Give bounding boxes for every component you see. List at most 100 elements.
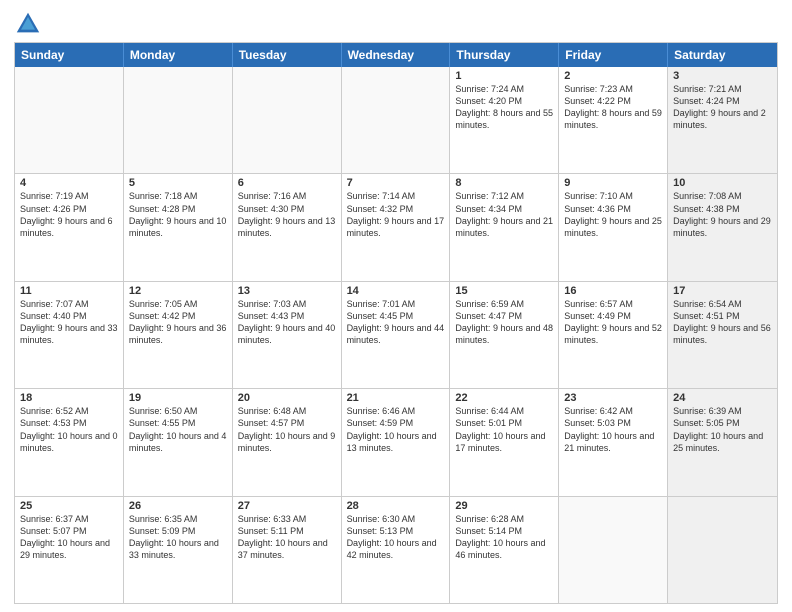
day-cell: 5Sunrise: 7:18 AM Sunset: 4:28 PM Daylig… bbox=[124, 174, 233, 280]
day-cell: 14Sunrise: 7:01 AM Sunset: 4:45 PM Dayli… bbox=[342, 282, 451, 388]
day-cell: 19Sunrise: 6:50 AM Sunset: 4:55 PM Dayli… bbox=[124, 389, 233, 495]
day-info: Sunrise: 6:30 AM Sunset: 5:13 PM Dayligh… bbox=[347, 513, 445, 562]
day-cell bbox=[233, 67, 342, 173]
day-number: 23 bbox=[564, 392, 662, 404]
day-number: 5 bbox=[129, 177, 227, 189]
day-number: 9 bbox=[564, 177, 662, 189]
day-cell bbox=[559, 497, 668, 603]
day-number: 28 bbox=[347, 500, 445, 512]
day-cell: 8Sunrise: 7:12 AM Sunset: 4:34 PM Daylig… bbox=[450, 174, 559, 280]
day-cell: 22Sunrise: 6:44 AM Sunset: 5:01 PM Dayli… bbox=[450, 389, 559, 495]
day-info: Sunrise: 7:18 AM Sunset: 4:28 PM Dayligh… bbox=[129, 190, 227, 239]
day-cell: 6Sunrise: 7:16 AM Sunset: 4:30 PM Daylig… bbox=[233, 174, 342, 280]
day-cell: 13Sunrise: 7:03 AM Sunset: 4:43 PM Dayli… bbox=[233, 282, 342, 388]
day-info: Sunrise: 6:54 AM Sunset: 4:51 PM Dayligh… bbox=[673, 298, 772, 347]
day-cell: 12Sunrise: 7:05 AM Sunset: 4:42 PM Dayli… bbox=[124, 282, 233, 388]
day-info: Sunrise: 7:05 AM Sunset: 4:42 PM Dayligh… bbox=[129, 298, 227, 347]
day-header: Wednesday bbox=[342, 43, 451, 67]
day-cell: 4Sunrise: 7:19 AM Sunset: 4:26 PM Daylig… bbox=[15, 174, 124, 280]
day-cell bbox=[342, 67, 451, 173]
day-cell: 23Sunrise: 6:42 AM Sunset: 5:03 PM Dayli… bbox=[559, 389, 668, 495]
day-number: 2 bbox=[564, 70, 662, 82]
day-info: Sunrise: 6:37 AM Sunset: 5:07 PM Dayligh… bbox=[20, 513, 118, 562]
day-cell: 29Sunrise: 6:28 AM Sunset: 5:14 PM Dayli… bbox=[450, 497, 559, 603]
day-info: Sunrise: 6:52 AM Sunset: 4:53 PM Dayligh… bbox=[20, 405, 118, 454]
day-header: Sunday bbox=[15, 43, 124, 67]
day-cell: 1Sunrise: 7:24 AM Sunset: 4:20 PM Daylig… bbox=[450, 67, 559, 173]
day-info: Sunrise: 7:01 AM Sunset: 4:45 PM Dayligh… bbox=[347, 298, 445, 347]
day-number: 20 bbox=[238, 392, 336, 404]
day-cell: 7Sunrise: 7:14 AM Sunset: 4:32 PM Daylig… bbox=[342, 174, 451, 280]
day-info: Sunrise: 6:28 AM Sunset: 5:14 PM Dayligh… bbox=[455, 513, 553, 562]
day-cell: 3Sunrise: 7:21 AM Sunset: 4:24 PM Daylig… bbox=[668, 67, 777, 173]
day-header: Tuesday bbox=[233, 43, 342, 67]
day-cell: 9Sunrise: 7:10 AM Sunset: 4:36 PM Daylig… bbox=[559, 174, 668, 280]
day-info: Sunrise: 6:57 AM Sunset: 4:49 PM Dayligh… bbox=[564, 298, 662, 347]
page: SundayMondayTuesdayWednesdayThursdayFrid… bbox=[0, 0, 792, 612]
day-number: 11 bbox=[20, 285, 118, 297]
day-number: 25 bbox=[20, 500, 118, 512]
day-number: 27 bbox=[238, 500, 336, 512]
day-cell: 11Sunrise: 7:07 AM Sunset: 4:40 PM Dayli… bbox=[15, 282, 124, 388]
day-header: Friday bbox=[559, 43, 668, 67]
day-number: 29 bbox=[455, 500, 553, 512]
day-info: Sunrise: 6:46 AM Sunset: 4:59 PM Dayligh… bbox=[347, 405, 445, 454]
day-header: Saturday bbox=[668, 43, 777, 67]
weeks: 1Sunrise: 7:24 AM Sunset: 4:20 PM Daylig… bbox=[15, 67, 777, 603]
day-info: Sunrise: 7:14 AM Sunset: 4:32 PM Dayligh… bbox=[347, 190, 445, 239]
logo-icon bbox=[14, 10, 42, 38]
day-info: Sunrise: 7:07 AM Sunset: 4:40 PM Dayligh… bbox=[20, 298, 118, 347]
logo bbox=[14, 10, 46, 38]
day-number: 22 bbox=[455, 392, 553, 404]
day-info: Sunrise: 6:50 AM Sunset: 4:55 PM Dayligh… bbox=[129, 405, 227, 454]
day-number: 16 bbox=[564, 285, 662, 297]
day-number: 8 bbox=[455, 177, 553, 189]
day-number: 21 bbox=[347, 392, 445, 404]
day-cell bbox=[668, 497, 777, 603]
day-info: Sunrise: 6:35 AM Sunset: 5:09 PM Dayligh… bbox=[129, 513, 227, 562]
day-number: 3 bbox=[673, 70, 772, 82]
day-number: 12 bbox=[129, 285, 227, 297]
day-cell: 27Sunrise: 6:33 AM Sunset: 5:11 PM Dayli… bbox=[233, 497, 342, 603]
day-number: 24 bbox=[673, 392, 772, 404]
day-info: Sunrise: 7:16 AM Sunset: 4:30 PM Dayligh… bbox=[238, 190, 336, 239]
day-cell: 16Sunrise: 6:57 AM Sunset: 4:49 PM Dayli… bbox=[559, 282, 668, 388]
day-cell: 15Sunrise: 6:59 AM Sunset: 4:47 PM Dayli… bbox=[450, 282, 559, 388]
day-number: 1 bbox=[455, 70, 553, 82]
calendar: SundayMondayTuesdayWednesdayThursdayFrid… bbox=[14, 42, 778, 604]
day-info: Sunrise: 7:24 AM Sunset: 4:20 PM Dayligh… bbox=[455, 83, 553, 132]
day-number: 18 bbox=[20, 392, 118, 404]
day-number: 26 bbox=[129, 500, 227, 512]
week-row: 4Sunrise: 7:19 AM Sunset: 4:26 PM Daylig… bbox=[15, 173, 777, 280]
day-info: Sunrise: 6:42 AM Sunset: 5:03 PM Dayligh… bbox=[564, 405, 662, 454]
day-cell: 2Sunrise: 7:23 AM Sunset: 4:22 PM Daylig… bbox=[559, 67, 668, 173]
day-info: Sunrise: 7:12 AM Sunset: 4:34 PM Dayligh… bbox=[455, 190, 553, 239]
day-headers: SundayMondayTuesdayWednesdayThursdayFrid… bbox=[15, 43, 777, 67]
week-row: 1Sunrise: 7:24 AM Sunset: 4:20 PM Daylig… bbox=[15, 67, 777, 173]
day-cell bbox=[124, 67, 233, 173]
day-info: Sunrise: 6:33 AM Sunset: 5:11 PM Dayligh… bbox=[238, 513, 336, 562]
day-number: 10 bbox=[673, 177, 772, 189]
day-number: 7 bbox=[347, 177, 445, 189]
day-number: 14 bbox=[347, 285, 445, 297]
day-info: Sunrise: 7:08 AM Sunset: 4:38 PM Dayligh… bbox=[673, 190, 772, 239]
day-cell: 18Sunrise: 6:52 AM Sunset: 4:53 PM Dayli… bbox=[15, 389, 124, 495]
day-number: 6 bbox=[238, 177, 336, 189]
day-cell: 25Sunrise: 6:37 AM Sunset: 5:07 PM Dayli… bbox=[15, 497, 124, 603]
day-number: 4 bbox=[20, 177, 118, 189]
day-number: 19 bbox=[129, 392, 227, 404]
day-cell: 10Sunrise: 7:08 AM Sunset: 4:38 PM Dayli… bbox=[668, 174, 777, 280]
day-cell: 24Sunrise: 6:39 AM Sunset: 5:05 PM Dayli… bbox=[668, 389, 777, 495]
day-number: 13 bbox=[238, 285, 336, 297]
header bbox=[14, 10, 778, 38]
week-row: 18Sunrise: 6:52 AM Sunset: 4:53 PM Dayli… bbox=[15, 388, 777, 495]
day-header: Monday bbox=[124, 43, 233, 67]
day-cell bbox=[15, 67, 124, 173]
day-info: Sunrise: 7:23 AM Sunset: 4:22 PM Dayligh… bbox=[564, 83, 662, 132]
day-info: Sunrise: 6:59 AM Sunset: 4:47 PM Dayligh… bbox=[455, 298, 553, 347]
day-cell: 26Sunrise: 6:35 AM Sunset: 5:09 PM Dayli… bbox=[124, 497, 233, 603]
day-cell: 28Sunrise: 6:30 AM Sunset: 5:13 PM Dayli… bbox=[342, 497, 451, 603]
day-header: Thursday bbox=[450, 43, 559, 67]
week-row: 25Sunrise: 6:37 AM Sunset: 5:07 PM Dayli… bbox=[15, 496, 777, 603]
day-info: Sunrise: 6:48 AM Sunset: 4:57 PM Dayligh… bbox=[238, 405, 336, 454]
